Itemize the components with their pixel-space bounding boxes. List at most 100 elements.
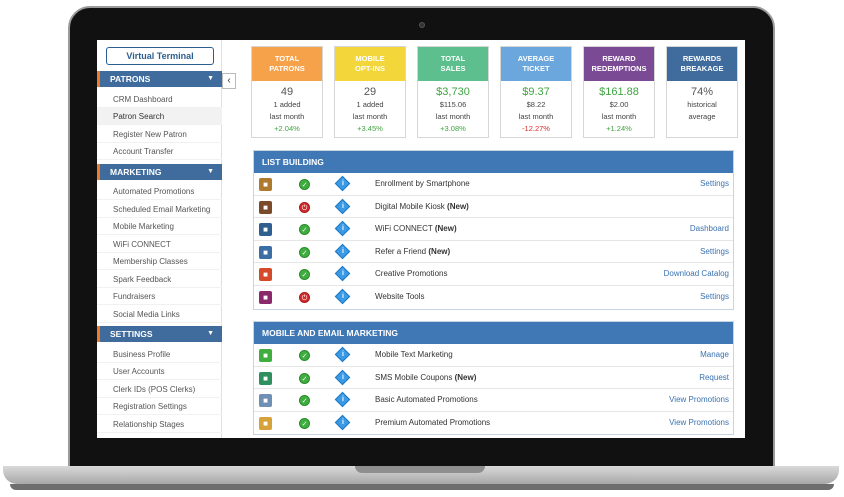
row-action-link[interactable]: Settings <box>700 286 729 308</box>
info-glyph: i <box>342 180 344 187</box>
stat-card-delta: +1.24% <box>606 124 632 133</box>
sidebar-item-user-accounts[interactable]: User Accounts <box>97 363 222 380</box>
list-item: ■ ⏻ i Digital Mobile Kiosk (New) <box>254 196 733 219</box>
check-circle-icon[interactable]: ✓ <box>299 395 310 407</box>
stat-card-value: $161.88 <box>599 86 639 98</box>
row-label-text: Mobile Text Marketing <box>375 350 453 359</box>
promotions-app-icon: ■ <box>259 268 272 282</box>
sidebar-item-fundraisers[interactable]: Fundraisers <box>97 288 222 305</box>
stat-card-delta: -12.27% <box>522 124 550 133</box>
sidebar-item-scheduled-email-marketing[interactable]: Scheduled Email Marketing <box>97 201 222 218</box>
sidebar-item-spark-feedback[interactable]: Spark Feedback <box>97 271 222 288</box>
sidebar-section-marketing[interactable]: MARKETING ▼ <box>97 164 222 180</box>
stat-card: TOTAL PATRONS 49 1 added last month +2.04% <box>251 46 323 138</box>
virtual-terminal-button[interactable]: Virtual Terminal <box>106 47 214 65</box>
app-screen: Virtual Terminal PATRONS ▼ CRM Dashboard… <box>97 40 745 438</box>
row-label-text: WiFi CONNECT <box>375 224 433 234</box>
check-circle-icon[interactable]: ✓ <box>299 224 310 236</box>
stat-card-subtext: last month <box>601 112 637 121</box>
caret-down-icon: ▼ <box>207 330 214 337</box>
row-action-link[interactable]: Manage <box>700 344 729 366</box>
check-circle-icon[interactable]: ✓ <box>299 417 310 429</box>
check-circle-icon[interactable]: ✓ <box>299 179 310 190</box>
stat-card-delta: +3.08% <box>440 124 466 133</box>
panel-title: LIST BUILDING <box>254 151 733 173</box>
list-item: ■ ✓ i Creative Promotions Download Catalog <box>254 263 733 286</box>
camera-icon <box>419 22 425 28</box>
stat-card-title: TOTAL SALES <box>418 47 488 81</box>
row-label-text: Premium Automated Promotions <box>375 417 491 427</box>
sidebar-item-patron-search[interactable]: Patron Search <box>97 108 222 125</box>
sidebar-item-automated-promotions[interactable]: Automated Promotions <box>97 183 222 200</box>
sidebar-section-patrons[interactable]: PATRONS ▼ <box>97 71 222 87</box>
check-circle-icon[interactable]: ✓ <box>299 372 310 384</box>
stat-card-title-line: SALES <box>440 64 466 73</box>
sidebar-item-mobile-marketing[interactable]: Mobile Marketing <box>97 218 222 235</box>
refer-friend-app-icon: ■ <box>259 245 272 259</box>
sidebar-item-wifi-connect[interactable]: WiFi CONNECT <box>97 236 222 253</box>
premium-promo-app-icon: ■ <box>259 416 272 430</box>
stat-card-subtext: $2.00 <box>609 100 629 109</box>
stat-card-title-line: TOTAL <box>440 54 466 63</box>
sidebar-collapse-button[interactable]: ‹ <box>222 73 236 89</box>
stat-card-subtext: 1 added <box>356 100 384 109</box>
sidebar-item-account-transfer[interactable]: Account Transfer <box>97 143 222 160</box>
sidebar-item-membership-classes[interactable]: Membership Classes <box>97 253 222 270</box>
stat-card-title-line: MOBILE <box>355 54 385 63</box>
stat-card: AVERAGE TICKET $9.37 $8.22 last month -12.27% <box>500 46 572 138</box>
row-label-text: Basic Automated Promotions <box>375 395 478 405</box>
power-off-icon[interactable]: ⏻ <box>299 201 310 213</box>
row-action-link[interactable]: View Promotions <box>669 412 729 434</box>
row-label: Mobile Text Marketing <box>375 344 453 366</box>
check-circle-icon[interactable]: ✓ <box>299 269 310 281</box>
stat-card-title-line: PATRONS <box>269 64 305 73</box>
sidebar-item-registration-settings[interactable]: Registration Settings <box>97 398 222 415</box>
row-label-text: Enrollment by Smartphone <box>375 179 470 188</box>
sidebar-item-register-new-patron[interactable]: Register New Patron <box>97 126 222 143</box>
laptop-base-shadow <box>10 484 834 490</box>
info-glyph: i <box>342 202 344 210</box>
row-action-link[interactable]: Settings <box>700 173 729 195</box>
row-label: Refer a Friend (New) <box>375 241 450 263</box>
list-item: ■ ✓ i Basic Automated Promotions View Promo… <box>254 389 733 412</box>
info-glyph: i <box>342 225 344 233</box>
sidebar-section-settings[interactable]: SETTINGS ▼ <box>97 326 222 342</box>
new-badge: (New) <box>434 224 457 234</box>
stat-card-value: $3,730 <box>436 86 470 98</box>
stat-card-subtext: last month <box>269 112 305 121</box>
row-action-link[interactable]: Settings <box>700 241 729 263</box>
row-action-link[interactable]: Request <box>699 367 729 389</box>
stat-card-title-line: REWARDS <box>682 54 722 63</box>
new-badge: (New) <box>447 201 469 211</box>
stat-card-subtext: historical <box>687 100 717 109</box>
row-label: Enrollment by Smartphone <box>375 173 470 195</box>
list-item: ■ ✓ i SMS Mobile Coupons (New) Request <box>254 367 733 390</box>
sidebar-section-title: MARKETING <box>110 167 162 177</box>
info-glyph: i <box>342 396 344 404</box>
list-item: ■ ⏻ i Website Tools Settings <box>254 286 733 309</box>
row-label: WiFi CONNECT (New) <box>375 218 457 240</box>
list-item: ■ ✓ i Refer a Friend (New) Settings <box>254 241 733 264</box>
list-item: ■ ✓ i Mobile Text Marketing Manage <box>254 344 733 367</box>
sidebar-item-social-media-links[interactable]: Social Media Links <box>97 306 222 323</box>
sidebar-item-crm-dashboard[interactable]: CRM Dashboard <box>97 91 222 108</box>
text-message-app-icon: ■ <box>259 349 272 362</box>
stat-card-value: 29 <box>363 86 377 98</box>
sidebar-item-clerk-ids[interactable]: Clerk IDs (POS Clerks) <box>97 381 222 398</box>
row-action-link[interactable]: Download Catalog <box>664 263 729 285</box>
power-off-icon[interactable]: ⏻ <box>299 291 310 303</box>
stat-card-value: 49 <box>280 86 294 98</box>
sidebar-item-relationship-stages[interactable]: Relationship Stages <box>97 416 222 433</box>
list-item: ■ ✓ i WiFi CONNECT (New) Dashboard <box>254 218 733 241</box>
check-circle-icon[interactable]: ✓ <box>299 350 310 361</box>
panel-rows: ■ ✓ i Mobile Text Marketing Manage ■ ✓ i SMS Mo… <box>254 344 733 434</box>
stat-card-title-line: TICKET <box>522 64 550 73</box>
new-badge: (New) <box>428 246 451 256</box>
sidebar-item-business-profile[interactable]: Business Profile <box>97 346 222 363</box>
check-circle-icon[interactable]: ✓ <box>299 246 310 258</box>
wifi-app-icon: ■ <box>259 223 272 237</box>
stat-card-title: AVERAGE TICKET <box>501 47 571 81</box>
row-action-link[interactable]: Dashboard <box>690 218 729 240</box>
row-action-link[interactable]: View Promotions <box>669 389 729 411</box>
website-tools-app-icon: ■ <box>259 290 272 304</box>
